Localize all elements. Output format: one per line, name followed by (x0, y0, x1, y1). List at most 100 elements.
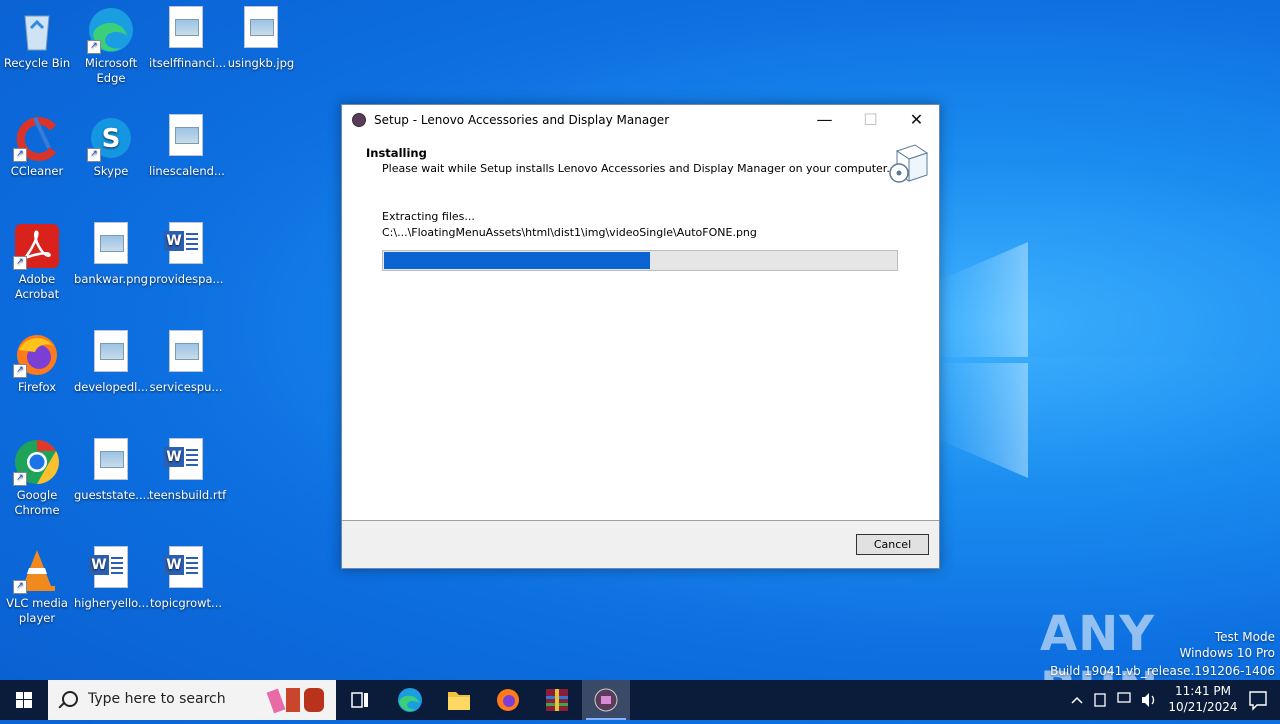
desktop-icon-label: bankwar.png (74, 272, 148, 286)
desktop-icon-providespa[interactable]: W providespa... (149, 216, 224, 287)
image-file-icon (87, 330, 135, 378)
minimize-button[interactable]: — (802, 105, 847, 135)
desktop-icon-topicgrowt[interactable]: W topicgrowt... (149, 540, 223, 611)
shortcut-arrow-icon: ↗ (13, 472, 27, 486)
desktop-icon-label: providespa... (149, 272, 224, 286)
notification-icon[interactable] (1244, 680, 1272, 720)
desktop-icon-label: servicespu... (149, 380, 223, 394)
taskbar-edge[interactable] (386, 680, 434, 720)
maximize-button[interactable]: ☐ (848, 105, 893, 135)
search-placeholder: Type here to search (88, 691, 226, 707)
image-file-icon (162, 114, 210, 162)
word-file-icon: W (87, 546, 135, 594)
desktop-icon-label: Firefox (17, 380, 57, 394)
desktop-icon-skype[interactable]: S ↗ Skype (74, 108, 148, 179)
clock[interactable]: 11:41 PM 10/21/2024 (1168, 683, 1238, 715)
shortcut-arrow-icon: ↗ (87, 40, 101, 54)
setup-window[interactable]: Setup - Lenovo Accessories and Display M… (341, 104, 940, 569)
desktop-icon-linescalend[interactable]: linescalend... (149, 108, 225, 179)
desktop-icon-chrome[interactable]: ↗ Google Chrome (0, 432, 74, 518)
desktop-icon-developedl[interactable]: developedl... (74, 324, 148, 395)
word-file-icon: W (162, 438, 210, 486)
desktop-icon-edge[interactable]: ↗ Microsoft Edge (74, 0, 148, 86)
setup-app-icon (594, 688, 618, 712)
image-file-icon (162, 330, 210, 378)
page-heading: Installing (366, 146, 427, 160)
clock-time: 11:41 PM (1175, 684, 1231, 698)
desktop-icon-itselffinanci[interactable]: itselffinanci... (149, 0, 226, 71)
image-file-icon (237, 6, 285, 54)
desktop-icon-usingkb[interactable]: usingkb.jpg (224, 0, 298, 71)
ccleaner-icon: ↗ (13, 114, 61, 162)
desktop-icon-label: gueststate.... (74, 488, 150, 502)
word-file-icon: W (162, 546, 210, 594)
firefox-icon (497, 689, 519, 711)
desktop-icon-label: CCleaner (10, 164, 64, 178)
skype-icon: S ↗ (87, 114, 135, 162)
wizard-body: Extracting files... C:\...\FloatingMenuA… (342, 187, 939, 522)
desktop-icon-label: topicgrowt... (149, 596, 223, 610)
status-text: Extracting files... (382, 210, 475, 223)
battery-icon (1094, 693, 1106, 707)
taskbar-file-explorer[interactable] (435, 680, 483, 720)
desktop-icon-recycle-bin[interactable]: Recycle Bin (0, 0, 74, 71)
image-file-icon (87, 438, 135, 486)
chevron-up-icon[interactable] (1071, 696, 1083, 704)
chrome-icon: ↗ (13, 438, 61, 486)
desktop-icon-gueststate[interactable]: gueststate.... (74, 432, 150, 503)
desktop-icon-label: Skype (93, 164, 129, 178)
desktop-icon-label: Recycle Bin (3, 56, 71, 70)
windows-edition-label: Windows 10 Pro (1179, 646, 1275, 660)
build-label: Build 19041.vb_release.191206-1406 (1050, 664, 1275, 678)
firefox-icon: ↗ (13, 330, 61, 378)
clock-date: 10/21/2024 (1168, 700, 1238, 714)
desktop-icon-label: teensbuild.rtf (149, 488, 227, 502)
setup-app-icon (352, 113, 366, 127)
shortcut-arrow-icon: ↗ (13, 364, 27, 378)
shortcut-arrow-icon: ↗ (87, 148, 101, 162)
shortcut-arrow-icon: ↗ (13, 148, 27, 162)
desktop-icon-ccleaner[interactable]: ↗ CCleaner (0, 108, 74, 179)
vlc-icon: ↗ (13, 546, 61, 594)
edge-icon (398, 688, 422, 712)
tray-icons (1071, 692, 1155, 707)
desktop-icon-label: linescalend... (149, 164, 225, 178)
desktop-icon-label: developedl... (74, 380, 149, 394)
task-view-button[interactable] (336, 680, 384, 720)
desktop-icon-label: Google Chrome (14, 488, 60, 517)
recycle-bin-icon (13, 6, 61, 54)
volume-icon (1142, 693, 1149, 707)
cancel-button[interactable]: Cancel (856, 534, 929, 555)
folder-icon (448, 692, 470, 710)
desktop-icon-servicespu[interactable]: servicespu... (149, 324, 223, 395)
taskbar-winrar[interactable] (533, 680, 581, 720)
system-tray: 11:41 PM 10/21/2024 (1070, 680, 1280, 720)
current-file-path: C:\...\FloatingMenuAssets\html\dist1\img… (382, 226, 757, 239)
shortcut-arrow-icon: ↗ (13, 580, 27, 594)
search-icon (62, 691, 78, 707)
taskbar-search-box[interactable]: Type here to search (48, 680, 336, 720)
install-progress-bar (382, 250, 898, 271)
acrobat-icon: ↗ (13, 222, 61, 270)
desktop-icon-label: higheryello... (74, 596, 149, 610)
desktop-icon-vlc[interactable]: ↗ VLC media player (0, 540, 74, 626)
wizard-footer: Cancel (342, 520, 939, 568)
desktop-icon-label: Adobe Acrobat (14, 272, 60, 301)
image-file-icon (162, 6, 210, 54)
title-bar[interactable]: Setup - Lenovo Accessories and Display M… (342, 105, 939, 135)
desktop-icon-label: usingkb.jpg (227, 56, 295, 70)
close-button[interactable]: ✕ (894, 105, 939, 135)
taskbar-setup[interactable] (582, 680, 630, 720)
install-box-icon (889, 144, 929, 183)
desktop-icon-higheryello[interactable]: W higheryello... (74, 540, 149, 611)
window-title: Setup - Lenovo Accessories and Display M… (374, 113, 670, 127)
desktop-icon-bankwar[interactable]: bankwar.png (74, 216, 148, 287)
desktop-icon-acrobat[interactable]: ↗ Adobe Acrobat (0, 216, 74, 302)
desktop-icon-teensbuild[interactable]: W teensbuild.rtf (149, 432, 227, 503)
start-button[interactable] (0, 680, 48, 720)
desktop-icon-firefox[interactable]: ↗ Firefox (0, 324, 74, 395)
taskbar-firefox[interactable] (484, 680, 532, 720)
search-highlight-icon (266, 688, 324, 714)
desktop-icon-label: VLC media player (6, 596, 68, 625)
network-icon (1117, 692, 1131, 703)
